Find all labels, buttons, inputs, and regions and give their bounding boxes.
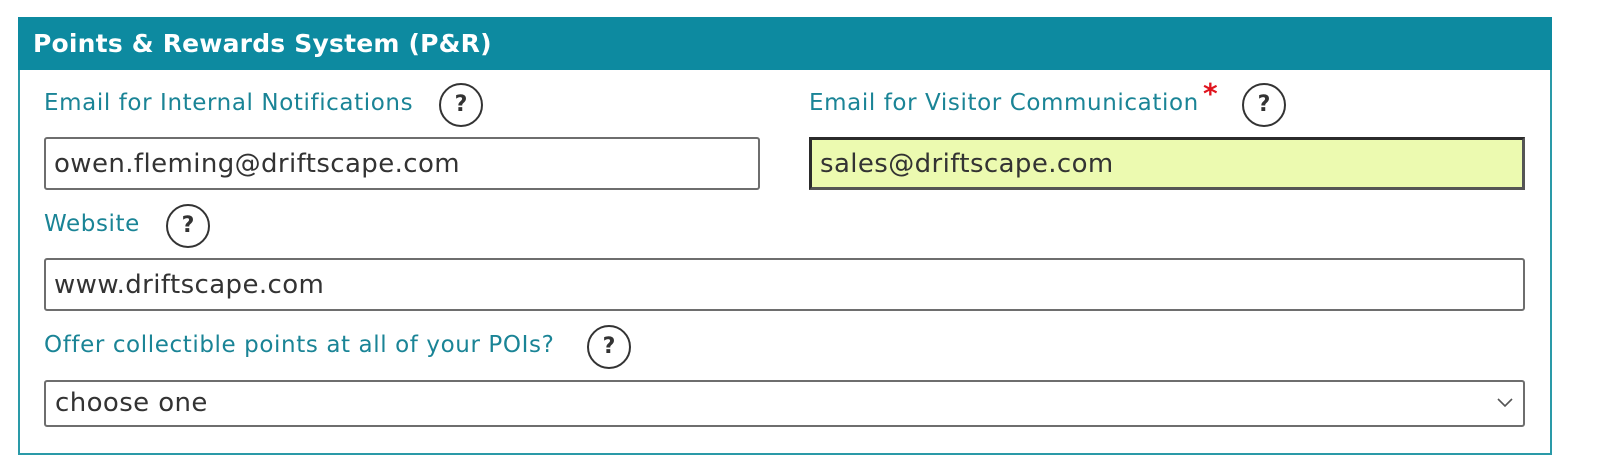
visitor-email-input[interactable] — [809, 137, 1525, 190]
visitor-email-help-icon[interactable]: ? — [1242, 83, 1286, 127]
required-asterisk: * — [1203, 77, 1218, 110]
collectible-points-label: Offer collectible points at all of your … — [44, 332, 555, 358]
select-value: choose one — [55, 388, 208, 418]
panel-title: Points & Rewards System (P&R) — [18, 17, 1552, 70]
collectible-points-select[interactable]: choose one — [44, 380, 1525, 427]
website-input[interactable] — [44, 258, 1525, 311]
collectible-points-help-icon[interactable]: ? — [587, 325, 631, 369]
website-help-icon[interactable]: ? — [166, 204, 210, 248]
chevron-down-icon — [1497, 398, 1513, 408]
website-label: Website — [44, 211, 140, 237]
internal-email-help-icon[interactable]: ? — [439, 83, 483, 127]
internal-email-label: Email for Internal Notifications — [44, 90, 414, 116]
visitor-email-label: Email for Visitor Communication — [809, 90, 1199, 116]
internal-email-input[interactable] — [44, 137, 760, 190]
